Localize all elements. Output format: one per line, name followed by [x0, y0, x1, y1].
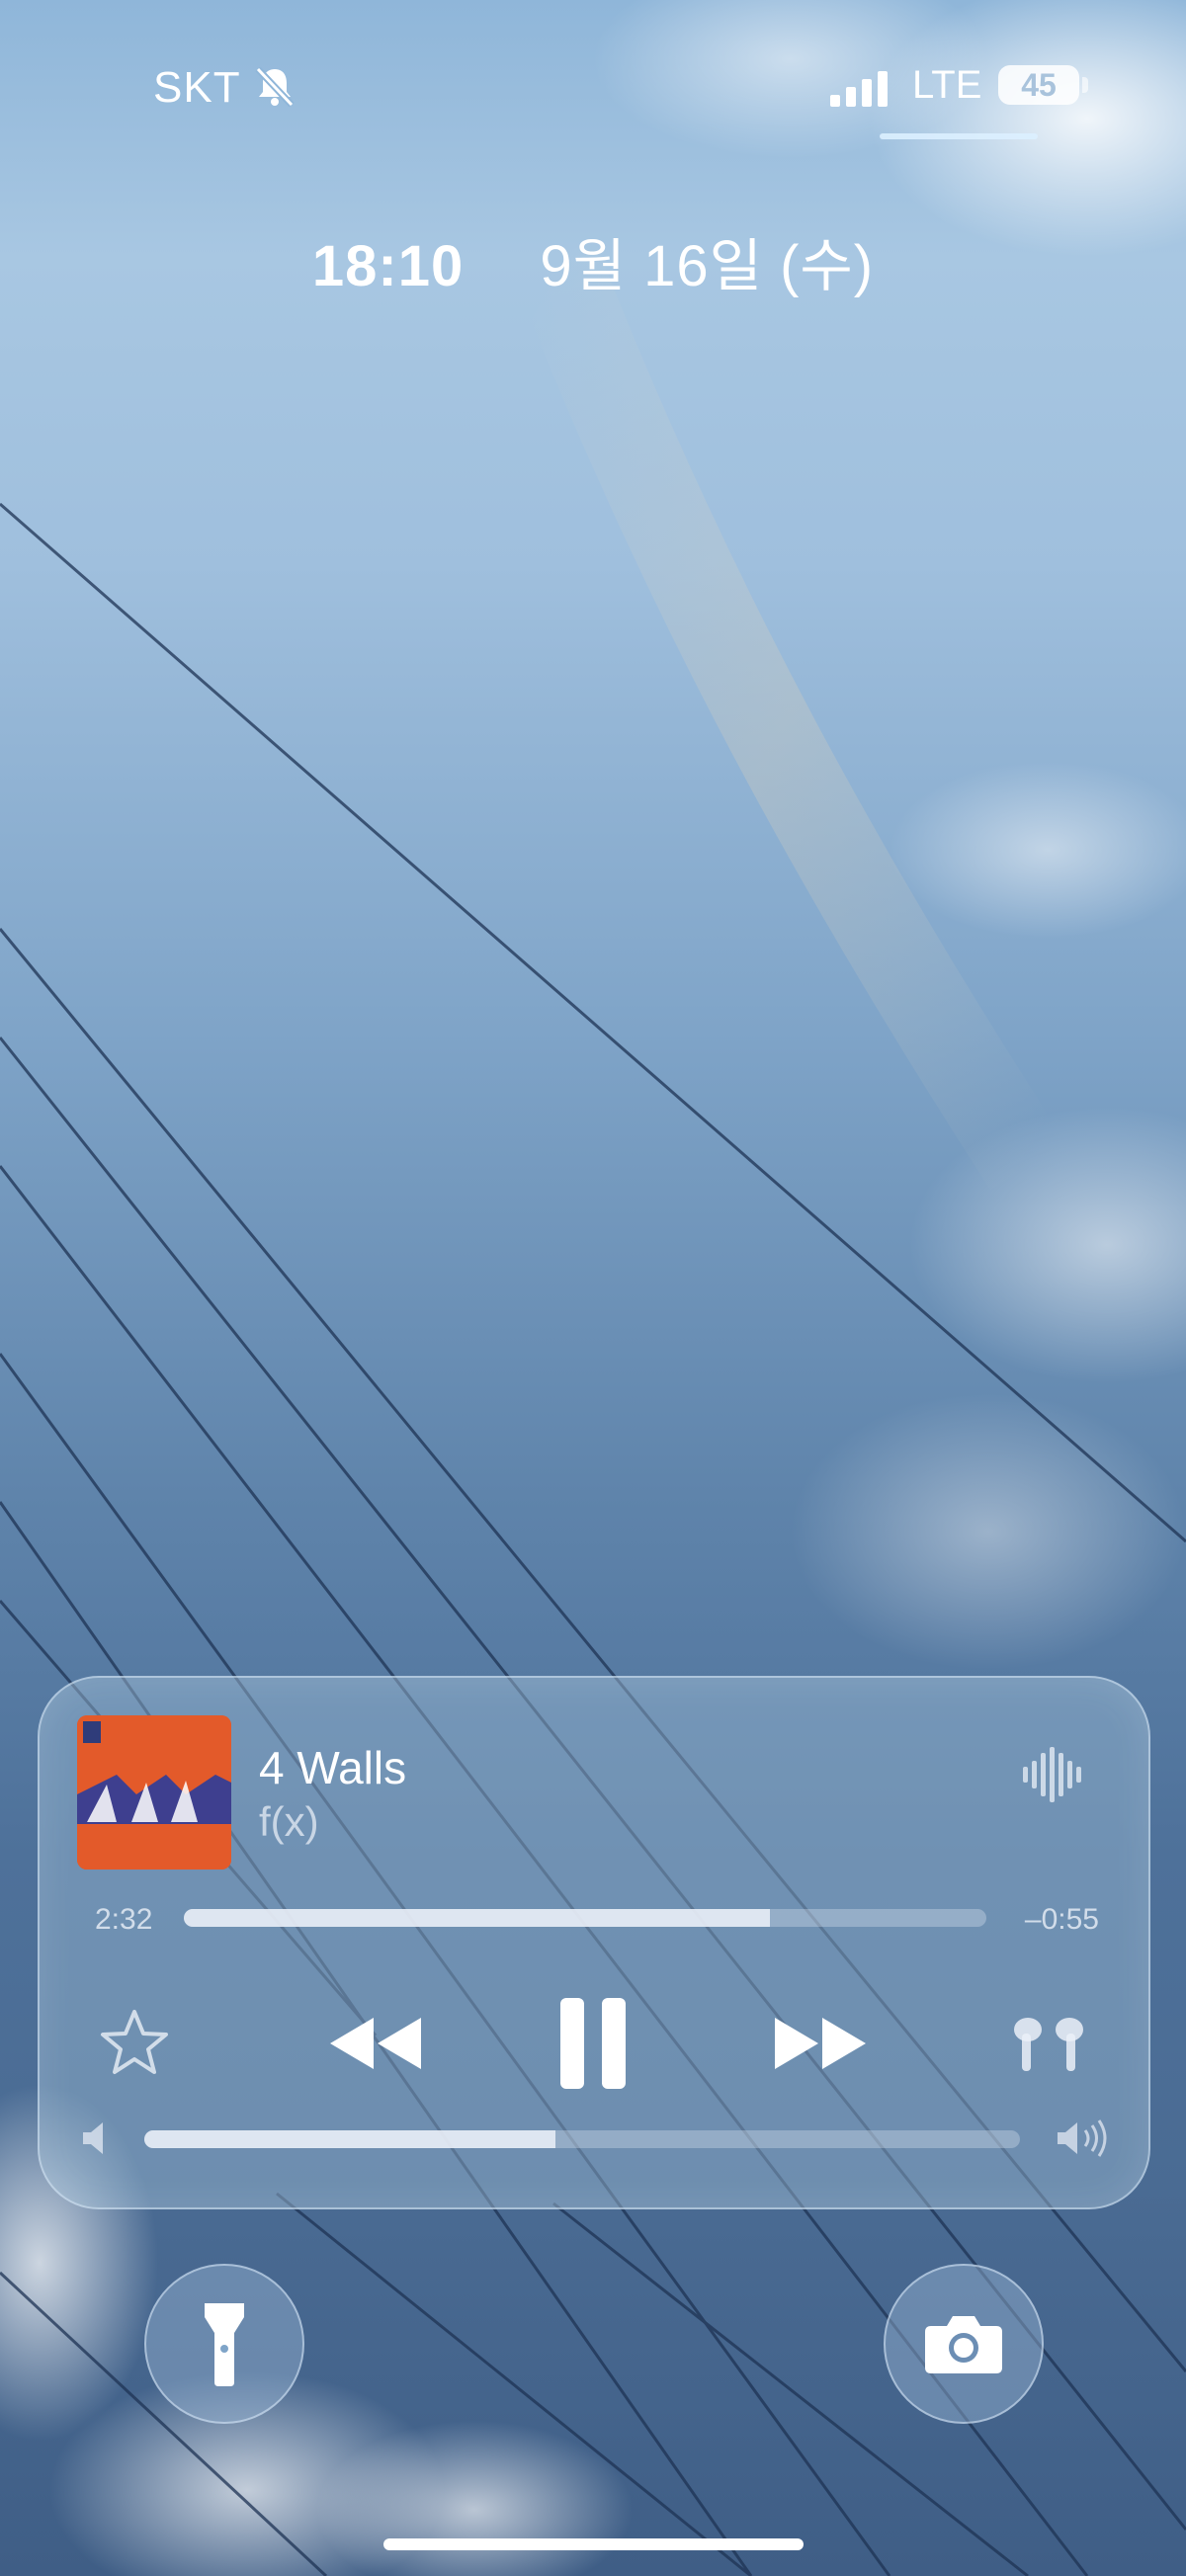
fast-forward-button[interactable] [751, 1994, 890, 2093]
pause-button[interactable] [553, 1994, 633, 2093]
flashlight-icon [205, 2303, 244, 2386]
remaining-time: –0:55 [1024, 1903, 1099, 1936]
network-type-label: LTE [912, 63, 982, 107]
status-underline [880, 133, 1038, 139]
rewind-button[interactable] [306, 1994, 445, 2093]
elapsed-time: 2:32 [95, 1903, 153, 1936]
playback-scrubber-fill [184, 1909, 770, 1927]
silent-bell-icon [255, 66, 295, 108]
lock-screen-clock: 18:10 9월 16일 (수) [0, 219, 1186, 302]
clock-time: 18:10 [311, 234, 465, 298]
audio-waveform-icon[interactable] [1023, 1747, 1082, 1802]
battery-tip [1082, 77, 1088, 93]
track-title[interactable]: 4 Walls [259, 1741, 406, 1794]
fast-forward-icon [775, 2018, 866, 2069]
battery-indicator: 45 [998, 65, 1079, 105]
pause-icon [560, 1998, 626, 2089]
now-playing-widget[interactable]: 4 Walls f(x) 2:32 –0:55 [38, 1676, 1150, 2209]
volume-low-icon [83, 2122, 103, 2154]
clock-date: 9월 16일 (수) [540, 234, 875, 298]
track-artist[interactable]: f(x) [259, 1798, 319, 1846]
album-art[interactable] [77, 1715, 231, 1870]
audio-output-button[interactable] [1006, 1994, 1091, 2093]
album-art-image [77, 1715, 231, 1870]
camera-button[interactable] [884, 2264, 1044, 2424]
airpods-icon [1014, 2018, 1083, 2071]
volume-slider-fill [144, 2130, 556, 2148]
playback-scrubber[interactable] [184, 1909, 986, 1927]
carrier-label: SKT [153, 63, 241, 112]
flashlight-button[interactable] [144, 2264, 304, 2424]
volume-high-icon [1058, 2119, 1107, 2157]
volume-slider[interactable] [144, 2130, 1020, 2148]
cellular-signal-icon [830, 71, 888, 107]
favorite-button[interactable] [97, 1994, 172, 2093]
star-icon [101, 2010, 168, 2074]
status-bar: SKT LTE 45 [0, 61, 1186, 121]
rewind-icon [330, 2018, 421, 2069]
home-indicator[interactable] [383, 2538, 804, 2550]
camera-icon [925, 2316, 1002, 2373]
